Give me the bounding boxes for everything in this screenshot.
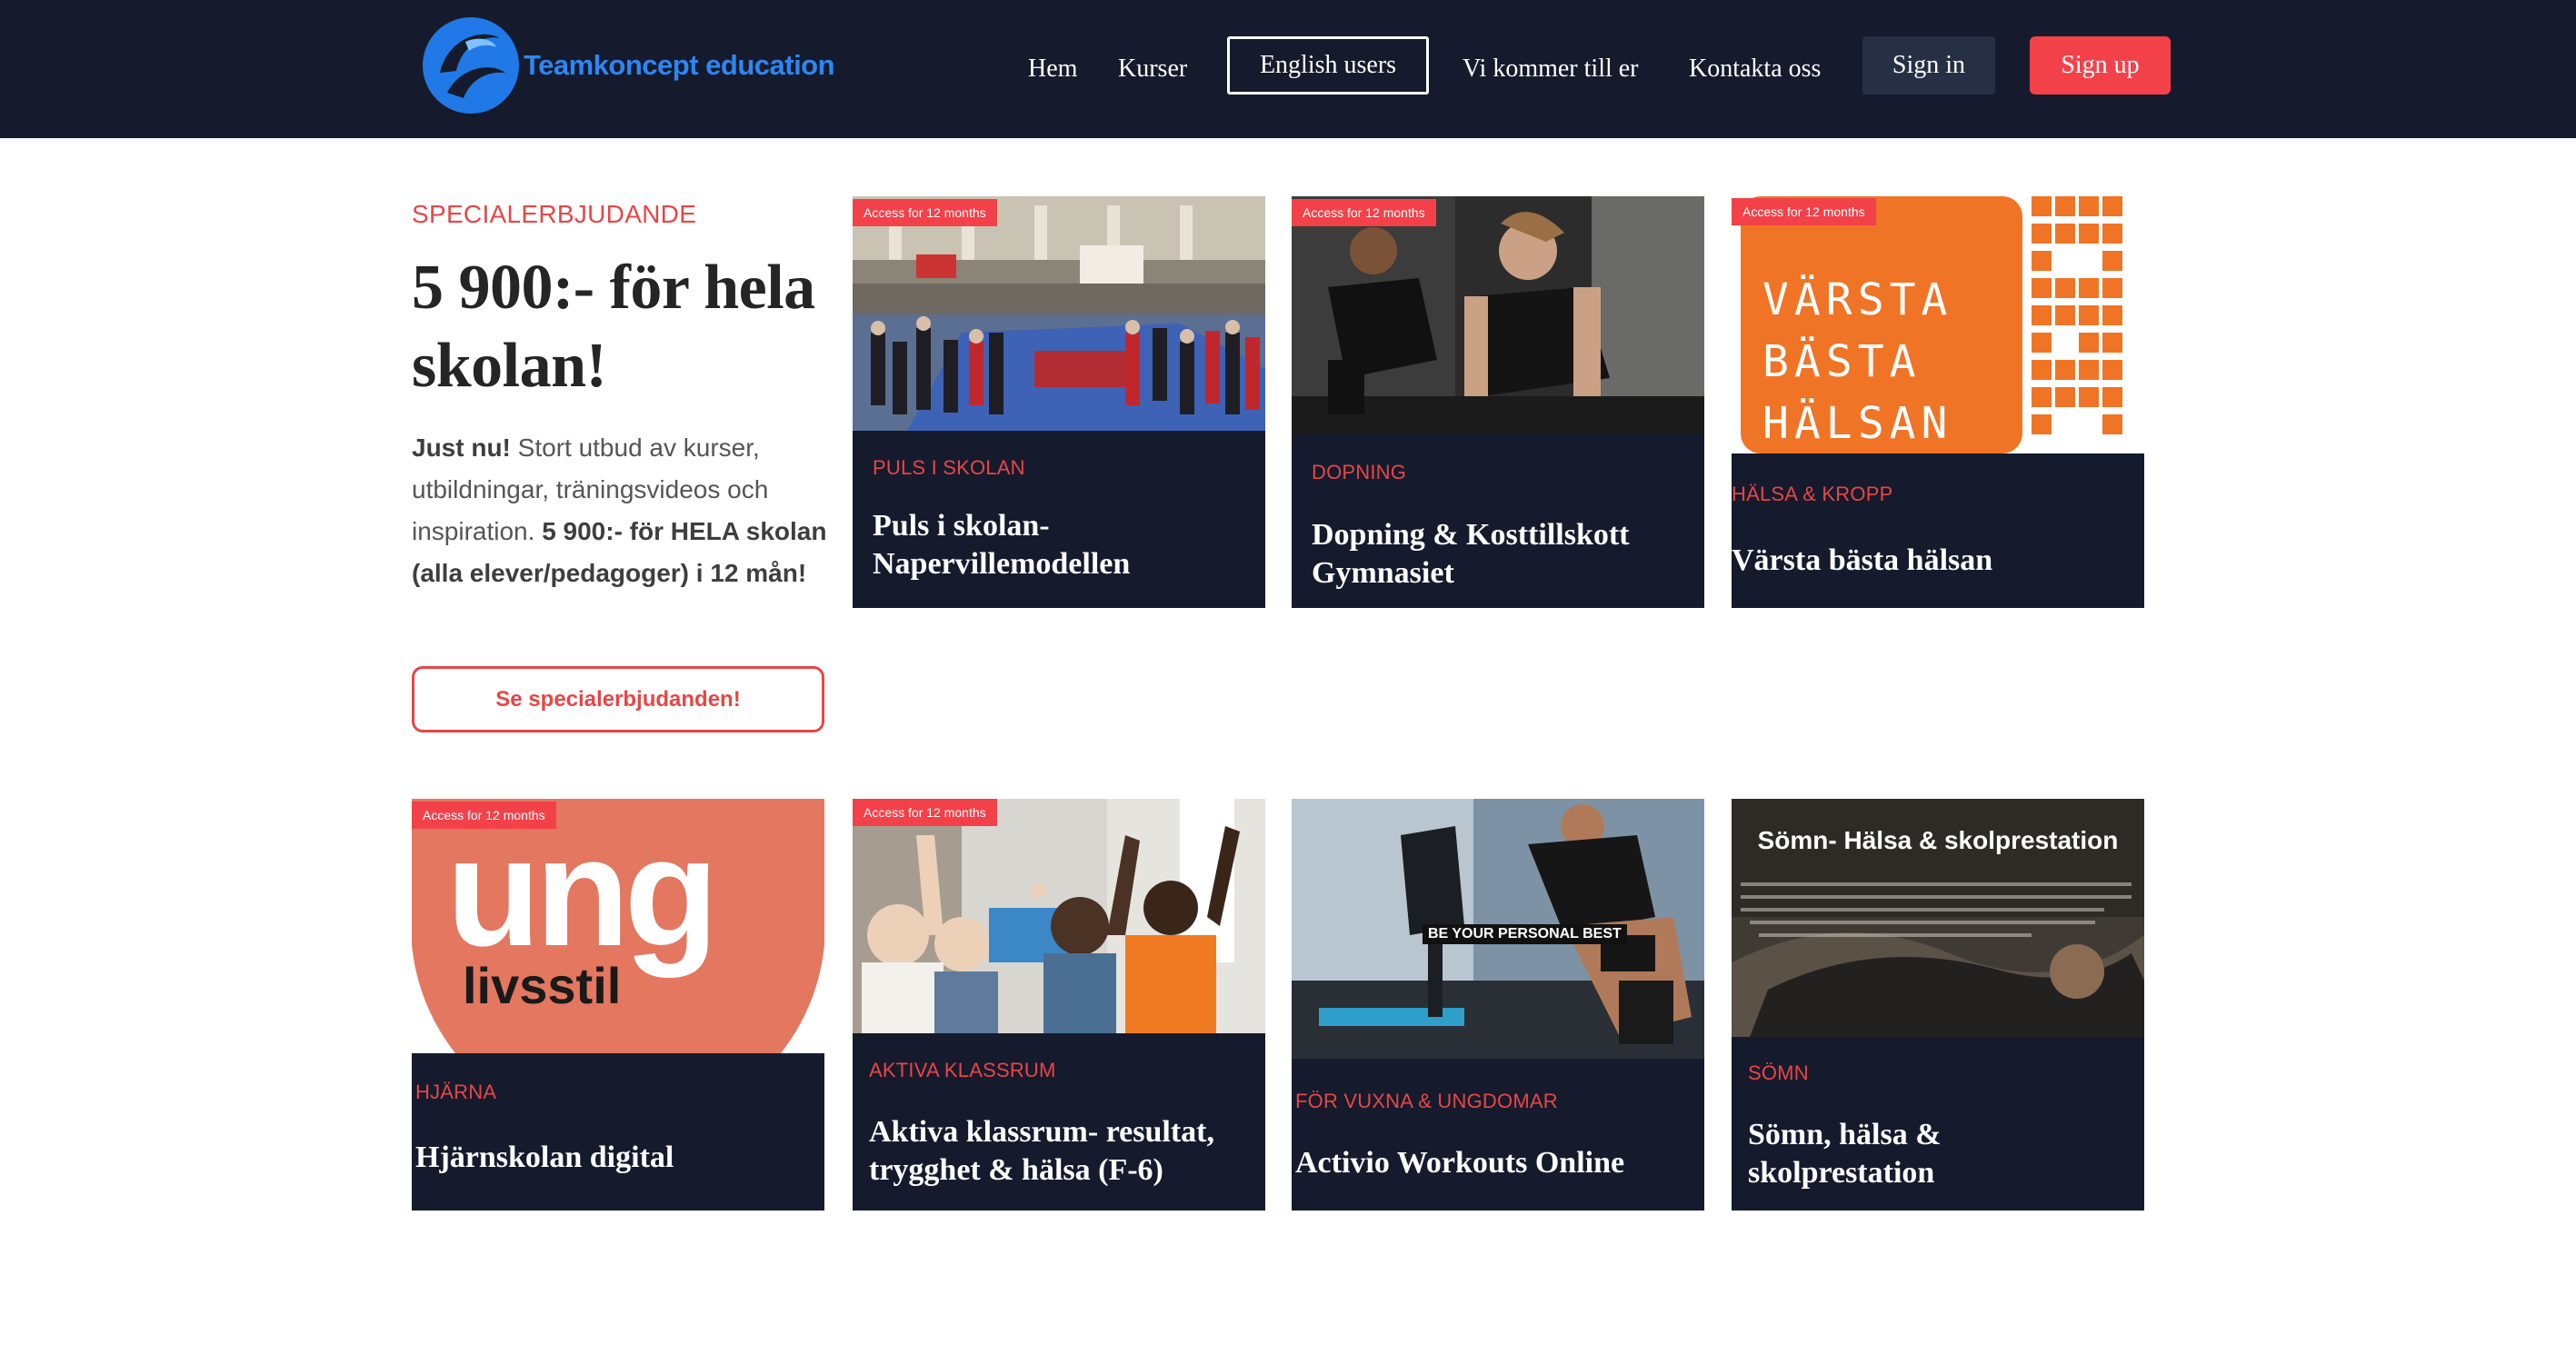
course-category: HJÄRNA <box>415 1081 497 1103</box>
image-text-personal-best: BE YOUR PERSONAL BEST <box>1423 924 1627 944</box>
course-category: HÄLSA & KROPP <box>1732 483 1893 505</box>
course-image-spinning: BE YOUR PERSONAL BEST <box>1292 799 1704 1059</box>
image-text-ung: ung <box>446 806 719 979</box>
course-card-hjarnskolan[interactable]: ung livsstil Access for 12 months HJÄRNA… <box>412 799 824 1210</box>
promo-body-lead: Just nu! <box>412 433 511 462</box>
course-card-somn[interactable]: Sömn- Hälsa & skolprestation SÖMN Sömn, … <box>1732 799 2144 1210</box>
course-title: Sömn, hälsa & skolprestation <box>1748 1118 1942 1190</box>
course-card-dopning[interactable]: Access for 12 months DOPNING Dopning & K… <box>1292 196 1704 608</box>
course-image-ung-livsstil: ung livsstil <box>412 799 824 1053</box>
course-title: Activio Workouts Online <box>1295 1146 1625 1180</box>
course-category: DOPNING <box>1312 461 1407 483</box>
course-image-classroom <box>853 799 1265 1033</box>
course-title: Dopning & Kosttillskott Gymnasiet <box>1312 518 1630 590</box>
access-badge: Access for 12 months <box>1292 199 1436 226</box>
promo-title: 5 900:- för hela skolan! <box>412 253 815 401</box>
nav-kontakta-oss[interactable]: Kontakta oss <box>1689 0 1821 138</box>
promo-body: Just nu! Stort utbud av kurser, utbildni… <box>412 427 839 594</box>
sign-up-button[interactable]: Sign up <box>2030 36 2171 95</box>
nav-hem[interactable]: Hem <box>1028 0 1077 138</box>
special-offers-button[interactable]: Se specialerbjudanden! <box>412 666 824 732</box>
image-text-halsan: HÄLSAN <box>1762 398 1953 449</box>
course-category: SÖMN <box>1748 1061 1809 1084</box>
image-text-varsta: VÄRSTA <box>1762 274 1953 325</box>
nav-kurser[interactable]: Kurser <box>1118 0 1187 138</box>
logo[interactable]: Teamkoncept education <box>420 15 838 116</box>
course-category: FÖR VUXNA & UNGDOMAR <box>1295 1090 1558 1112</box>
course-card-activio-workouts[interactable]: BE YOUR PERSONAL BEST FÖR VUXNA & UNGDOM… <box>1292 799 1704 1210</box>
access-badge: Access for 12 months <box>853 799 997 826</box>
course-image-gym <box>853 196 1265 431</box>
site-header: Teamkoncept education Hem Kurser English… <box>0 0 2576 138</box>
sign-in-button[interactable]: Sign in <box>1862 36 1995 95</box>
course-image-workout <box>1292 196 1704 434</box>
nav-vi-kommer-till-er[interactable]: Vi kommer till er <box>1463 0 1639 138</box>
access-badge: Access for 12 months <box>853 199 997 226</box>
access-badge: Access for 12 months <box>1732 198 1876 225</box>
logo-text: Teamkoncept education <box>524 49 835 81</box>
course-title: Puls i skolan- Napervillemodellen <box>873 509 1131 581</box>
nav-english-users[interactable]: English users <box>1227 36 1429 95</box>
course-category: AKTIVA KLASSRUM <box>869 1059 1056 1081</box>
course-title: Hjärnskolan digital <box>415 1141 674 1174</box>
logo-icon <box>423 17 519 114</box>
course-category: PULS I SKOLAN <box>873 456 1025 479</box>
course-card-varsta-basta-halsan[interactable]: VÄRSTA BÄSTA HÄLSAN Access for 12 months… <box>1732 196 2144 608</box>
course-image-sleep: Sömn- Hälsa & skolprestation <box>1732 799 2144 1037</box>
course-title: Aktiva klassrum- resultat, trygghet & hä… <box>869 1115 1214 1187</box>
course-card-aktiva-klassrum[interactable]: Access for 12 months AKTIVA KLASSRUM Akt… <box>853 799 1265 1210</box>
course-title: Värsta bästa hälsan <box>1732 543 1993 577</box>
course-image-varsta-basta-halsan: VÄRSTA BÄSTA HÄLSAN <box>1732 196 2144 453</box>
promo-kicker: SPECIALERBJUDANDE <box>412 200 697 228</box>
course-card-puls-i-skolan[interactable]: Access for 12 months PULS I SKOLAN Puls … <box>853 196 1265 608</box>
access-badge: Access for 12 months <box>412 802 556 829</box>
image-text-basta: BÄSTA <box>1762 336 1922 387</box>
image-text-livsstil: livsstil <box>463 957 622 1014</box>
image-text-somn-title: Sömn- Hälsa & skolprestation <box>1757 826 2119 854</box>
